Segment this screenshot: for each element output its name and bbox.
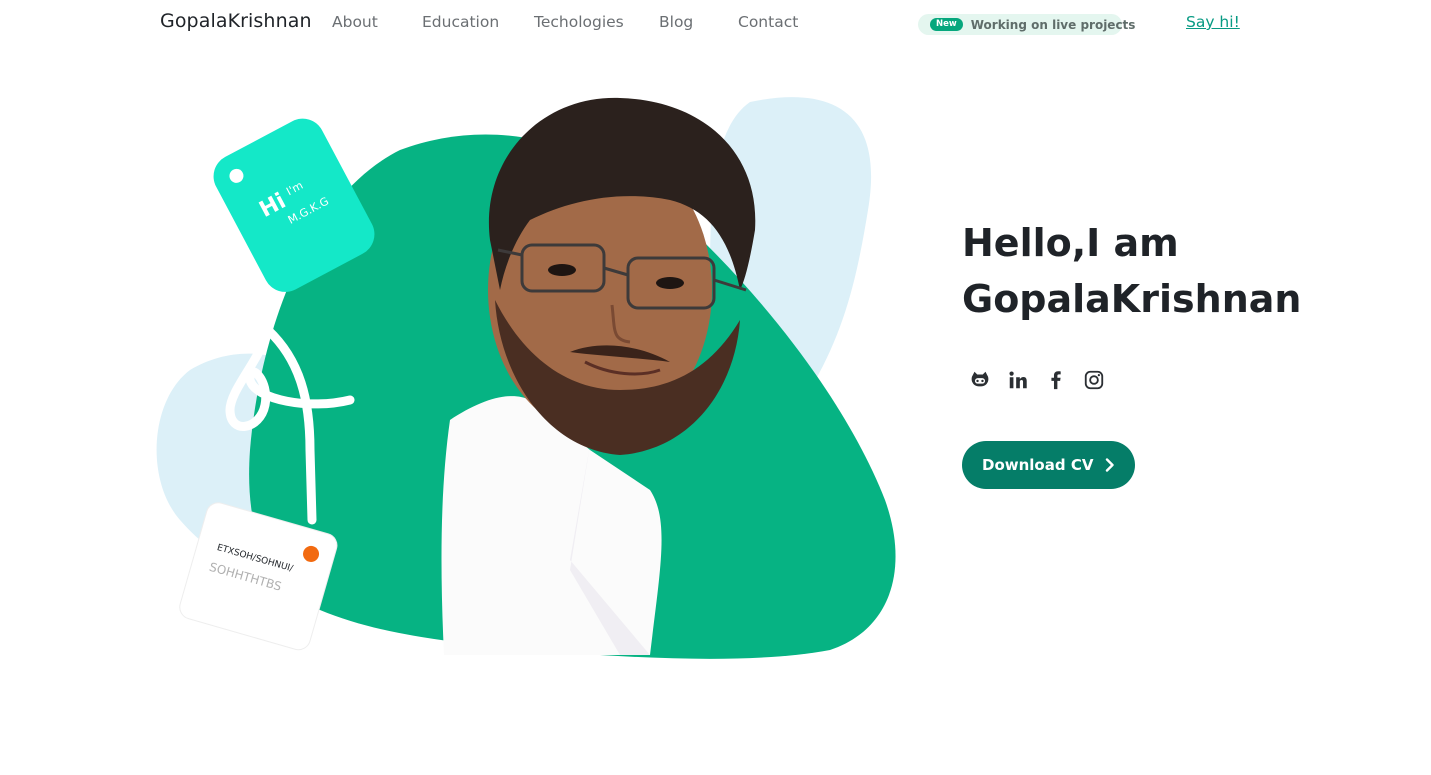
announcement-pill[interactable]: New Working on live projects: [918, 14, 1135, 35]
hero-illustration-svg: Hi I'm M.G.K.G ETXSOH/SOHNUI/ SOHHTHTBS: [156, 97, 896, 659]
linkedin-icon[interactable]: [1006, 368, 1030, 392]
hero-heading-line2: GopalaKrishnan: [962, 277, 1302, 321]
facebook-icon[interactable]: [1044, 368, 1068, 392]
facebook-glyph: [1051, 371, 1061, 390]
hero-illustration: Hi I'm M.G.K.G ETXSOH/SOHNUI/ SOHHTHTBS: [150, 90, 910, 670]
brand-logo[interactable]: GopalaKrishnan: [160, 10, 312, 32]
instagram-glyph: [1084, 370, 1104, 390]
github-icon[interactable]: [968, 368, 992, 392]
social-links: [968, 368, 1106, 392]
hero-heading-line1: Hello,I am: [962, 221, 1179, 265]
download-cv-button[interactable]: Download CV: [962, 441, 1135, 489]
new-badge: New: [930, 18, 963, 31]
chevron-right-icon: [1105, 458, 1115, 472]
site-header: GopalaKrishnan About Education Techologi…: [0, 0, 1431, 48]
nav-education[interactable]: Education: [422, 13, 499, 31]
announcement-text: Working on live projects: [970, 17, 1136, 32]
github-glyph: [971, 371, 989, 387]
nav-technologies[interactable]: Techologies: [534, 13, 624, 31]
nav-contact[interactable]: Contact: [738, 13, 798, 31]
say-hi-link[interactable]: Say hi!: [1186, 13, 1240, 31]
nav-about[interactable]: About: [332, 13, 378, 31]
instagram-icon[interactable]: [1082, 368, 1106, 392]
hero-heading: Hello,I am GopalaKrishnan: [962, 215, 1362, 327]
download-cv-label: Download CV: [982, 456, 1094, 474]
nav-blog[interactable]: Blog: [659, 13, 693, 31]
linkedin-glyph: [1009, 371, 1027, 389]
